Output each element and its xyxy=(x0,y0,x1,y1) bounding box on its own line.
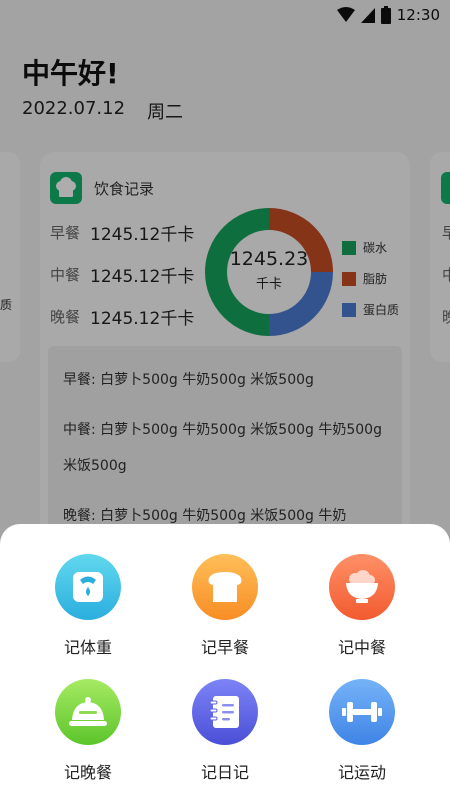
action-circle xyxy=(192,679,258,745)
action-circle xyxy=(192,554,258,620)
record-weight-button[interactable]: 记体重 xyxy=(28,554,148,658)
record-exercise-button[interactable]: 记运动 xyxy=(302,679,422,783)
notebook-icon xyxy=(209,696,239,728)
action-circle xyxy=(329,679,395,745)
record-breakfast-button[interactable]: 记早餐 xyxy=(165,554,285,658)
food-cloche-icon xyxy=(69,697,107,726)
quick-record-sheet: 记体重 记早餐 记中餐 记晚餐 记日记 记运动 xyxy=(0,524,450,800)
scale-icon xyxy=(73,572,103,602)
record-lunch-button[interactable]: 记中餐 xyxy=(302,554,422,658)
action-label: 记晚餐 xyxy=(63,763,112,782)
action-label: 记体重 xyxy=(63,638,112,657)
action-label: 记早餐 xyxy=(200,638,249,657)
action-label: 记中餐 xyxy=(337,638,386,657)
bread-icon xyxy=(208,572,242,602)
action-circle xyxy=(329,554,395,620)
rice-bowl-icon xyxy=(346,570,378,603)
record-diary-button[interactable]: 记日记 xyxy=(165,679,285,783)
dumbbell-icon xyxy=(342,702,382,722)
action-label: 记日记 xyxy=(200,763,249,782)
action-circle xyxy=(55,554,121,620)
home-screen: 12:30 中午好! 2022.07.12 周二 质 早 中 晚 饮食记录 早餐… xyxy=(0,0,450,800)
record-dinner-button[interactable]: 记晚餐 xyxy=(28,679,148,783)
action-circle xyxy=(55,679,121,745)
action-label: 记运动 xyxy=(337,763,386,782)
